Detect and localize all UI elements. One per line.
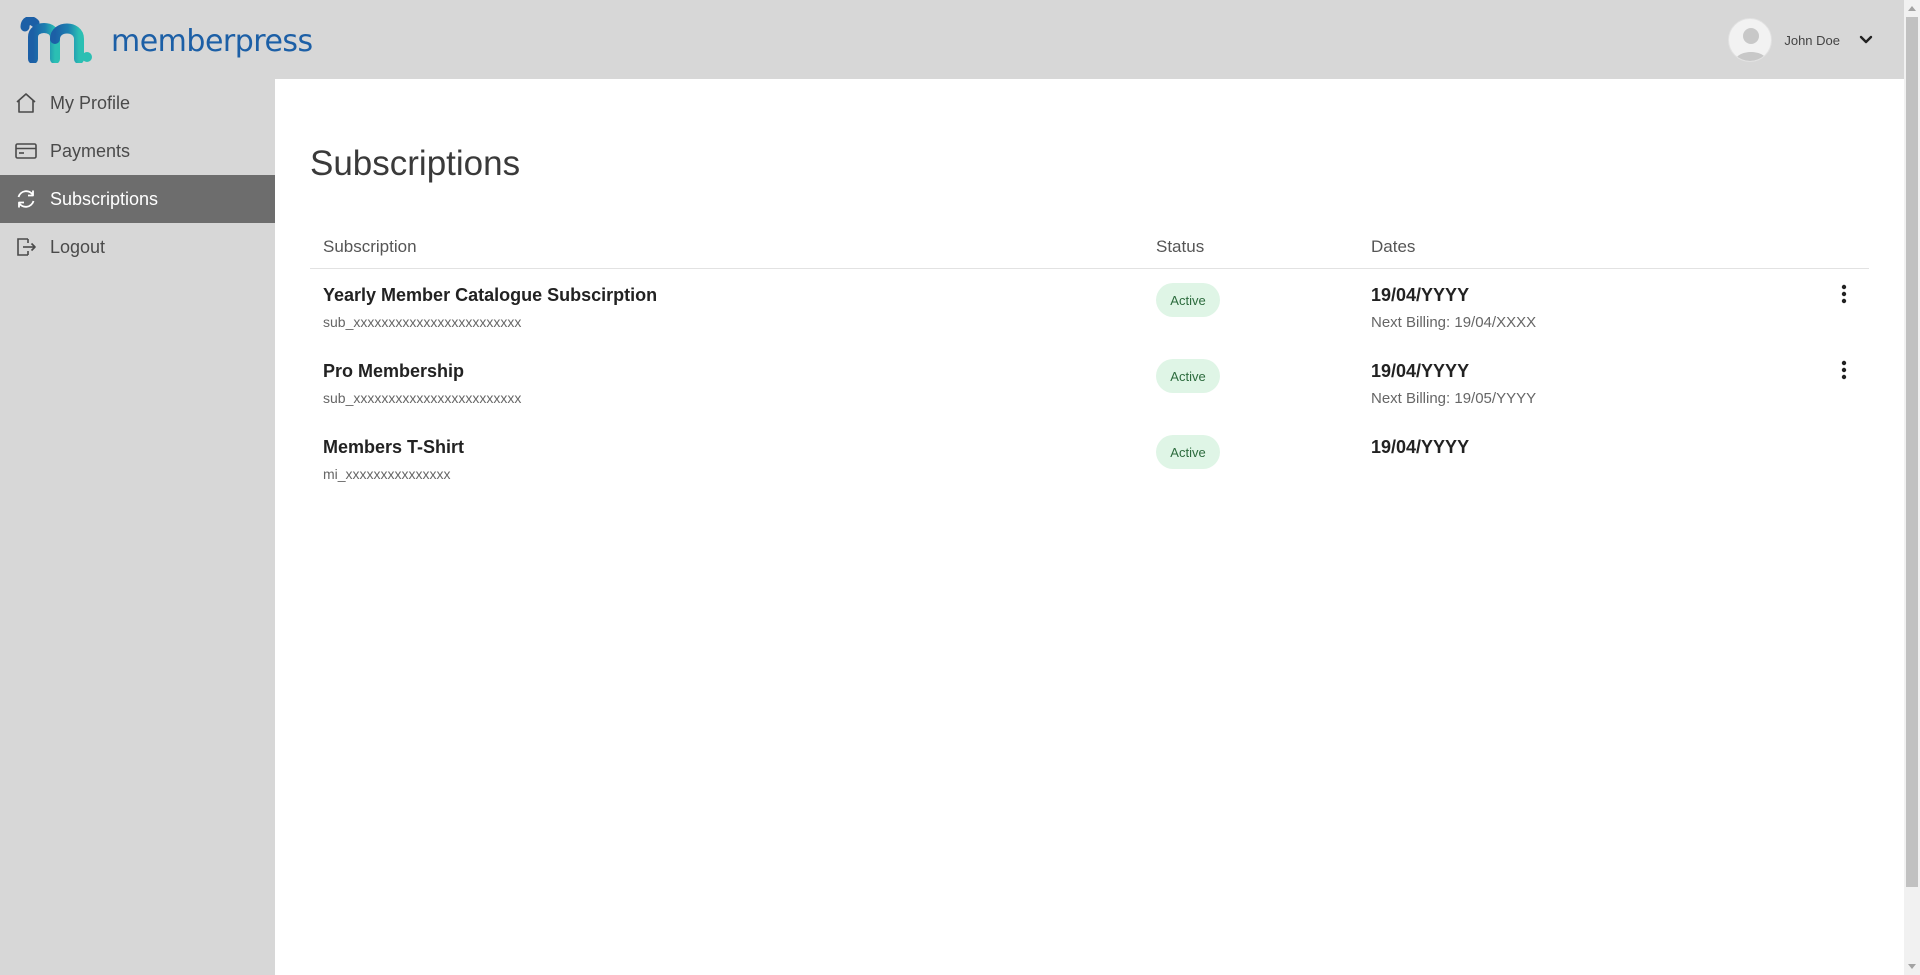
home-icon <box>14 91 38 115</box>
subscription-name: Members T-Shirt <box>323 437 465 457</box>
sidebar-item-subscriptions[interactable]: Subscriptions <box>0 175 275 223</box>
next-billing: Next Billing: 19/05/YYYY <box>1371 390 1537 407</box>
chevron-down-icon[interactable] <box>1858 32 1874 48</box>
scroll-up-arrow-icon[interactable] <box>1904 0 1920 16</box>
status-badge: Active <box>1156 359 1220 393</box>
sidebar-item-payments[interactable]: Payments <box>0 127 275 175</box>
table-row: Members T-Shirt mi_xxxxxxxxxxxxxxx Activ… <box>310 421 1869 497</box>
sidebar-item-label: Subscriptions <box>50 188 159 209</box>
scroll-down-arrow-icon[interactable] <box>1904 959 1920 975</box>
sidebar-item-label: Payments <box>50 140 131 161</box>
sidebar-item-logout[interactable]: Logout <box>0 223 275 271</box>
credit-card-icon <box>14 139 38 163</box>
memberpress-logo-icon <box>20 17 92 63</box>
table-header: Subscription Status Dates <box>310 227 1869 269</box>
subscription-name: Pro Membership <box>323 361 465 381</box>
next-billing: Next Billing: 19/04/XXXX <box>1371 314 1537 331</box>
header-status: Status <box>1156 237 1205 256</box>
avatar[interactable] <box>1728 18 1773 62</box>
user-avatar-icon <box>1735 28 1768 61</box>
user-menu[interactable]: John Doe <box>1728 17 1874 63</box>
sidebar-item-label: My Profile <box>50 92 131 113</box>
subscription-date: 19/04/YYYY <box>1371 437 1470 457</box>
sidebar-item-label: Logout <box>50 236 106 257</box>
vertical-scrollbar[interactable] <box>1904 0 1920 975</box>
brand-logo[interactable]: memberpress <box>17 17 313 63</box>
status-badge: Active <box>1156 283 1220 317</box>
top-header: memberpress John Doe <box>0 0 1904 79</box>
subscription-id: sub_xxxxxxxxxxxxxxxxxxxxxxxx <box>323 314 522 330</box>
header-dates: Dates <box>1371 237 1416 256</box>
table-row: Pro Membership sub_xxxxxxxxxxxxxxxxxxxxx… <box>310 345 1869 421</box>
main-content: Subscriptions Subscription Status Dates … <box>275 79 1904 975</box>
sidebar-item-my-profile[interactable]: My Profile <box>0 79 275 127</box>
user-name[interactable]: John Doe <box>1784 33 1840 48</box>
status-badge: Active <box>1156 435 1220 469</box>
subscription-date: 19/04/YYYY <box>1371 361 1470 381</box>
subscription-name: Yearly Member Catalogue Subscirption <box>323 285 658 305</box>
subscription-id: sub_xxxxxxxxxxxxxxxxxxxxxxxx <box>323 390 522 406</box>
header-subscription: Subscription <box>323 237 417 256</box>
subscription-id: mi_xxxxxxxxxxxxxxx <box>323 466 451 482</box>
more-options-icon[interactable] <box>1832 281 1856 307</box>
refresh-icon <box>14 187 38 211</box>
sidebar: My Profile Payments Subscriptions Logout <box>0 79 275 975</box>
table-row: Yearly Member Catalogue Subscirption sub… <box>310 269 1869 345</box>
scrollbar-thumb[interactable] <box>1906 17 1918 887</box>
logout-icon <box>14 235 38 259</box>
subscriptions-table: Subscription Status Dates Yearly Member … <box>310 227 1869 497</box>
brand-name: memberpress <box>111 23 313 59</box>
subscription-date: 19/04/YYYY <box>1371 285 1470 305</box>
more-options-icon[interactable] <box>1832 357 1856 383</box>
page-title: Subscriptions <box>310 144 521 183</box>
